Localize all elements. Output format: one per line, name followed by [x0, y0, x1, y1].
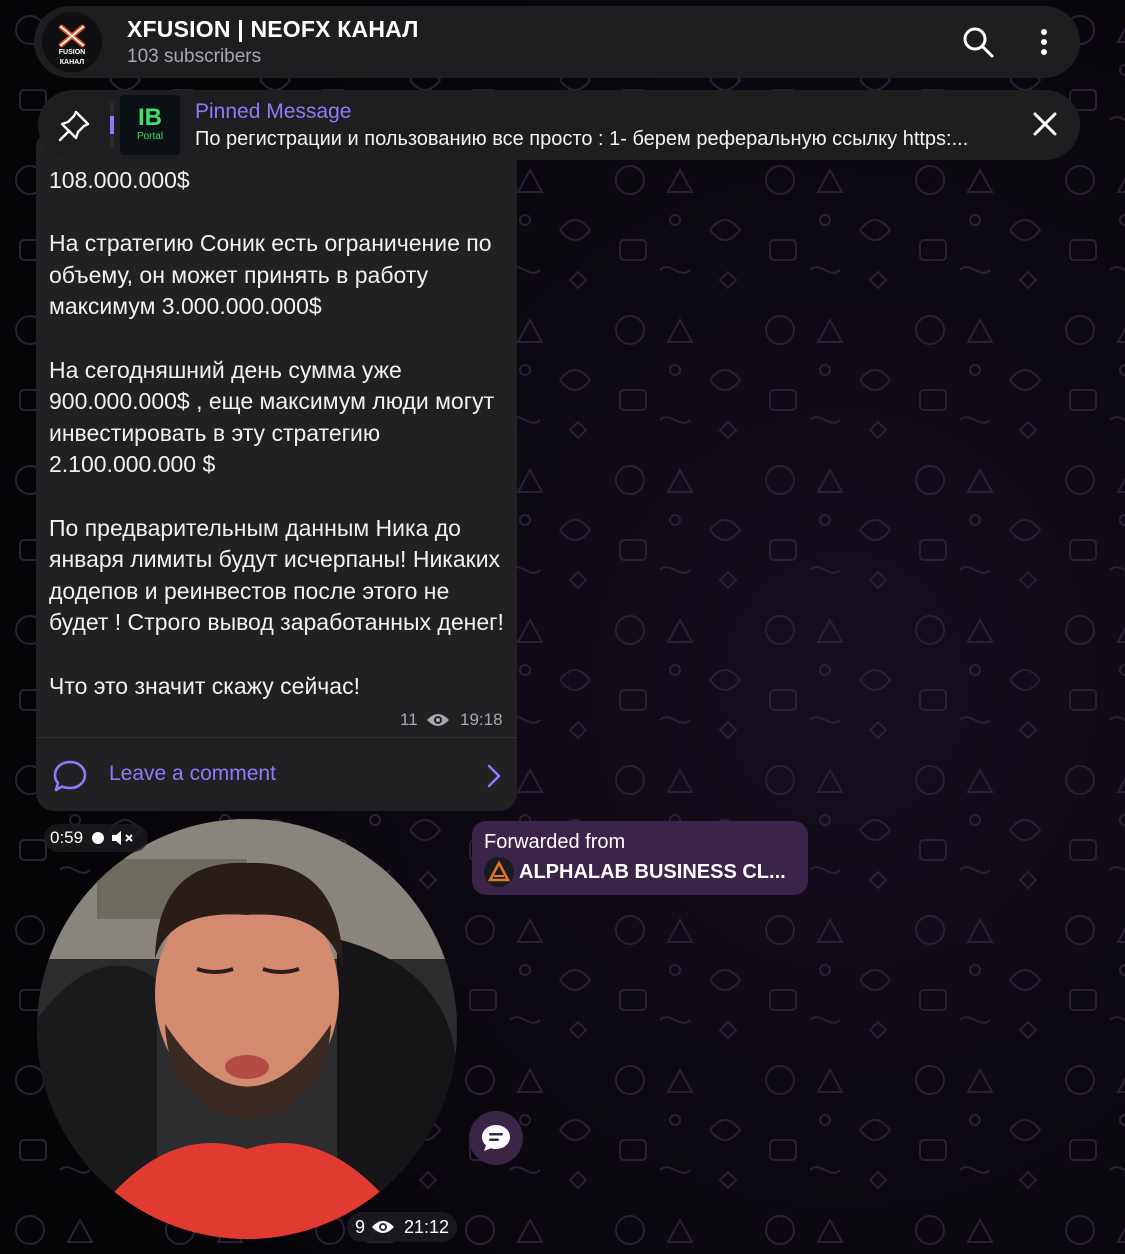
pinned-indicator: [110, 102, 114, 148]
svg-text:IB: IB: [138, 104, 162, 131]
recording-dot-icon: [92, 832, 104, 844]
video-duration: 0:59: [50, 828, 84, 847]
video-duration-badge: 0:59: [44, 824, 148, 852]
svg-text:КАНАЛ: КАНАЛ: [60, 59, 85, 66]
close-pinned-button[interactable]: [1028, 107, 1062, 141]
pinned-preview-text: По регистрации и пользованию все просто …: [195, 128, 969, 150]
more-menu-button[interactable]: [1026, 24, 1062, 60]
muted-speaker-icon[interactable]: [110, 828, 136, 848]
forward-source-name: ALPHALAB BUSINESS CL...: [519, 861, 786, 883]
comment-bubble-icon: [53, 760, 87, 792]
forwarded-label: Forwarded from: [484, 831, 626, 853]
pin-button[interactable]: [56, 108, 92, 144]
xfusion-logo: FUSION КАНАЛ: [42, 12, 102, 72]
message-time: 19:18: [460, 710, 503, 729]
video-frame: [37, 819, 457, 1239]
message-views: 11: [400, 710, 418, 729]
channel-header[interactable]: FUSION КАНАЛ XFUSION | NEOFX КАНАЛ 103 s…: [34, 6, 1080, 78]
svg-text:FUSION: FUSION: [59, 49, 85, 56]
leave-comment-button[interactable]: Leave a comment: [36, 738, 517, 811]
more-vertical-icon: [1041, 29, 1047, 55]
alphalab-logo: [484, 857, 514, 887]
forwarded-from-box[interactable]: Forwarded from ALPHALAB BUSINESS CL...: [472, 821, 808, 895]
search-button[interactable]: [960, 24, 996, 60]
search-icon: [963, 27, 994, 58]
video-views: 9: [355, 1217, 366, 1237]
pinned-thumbnail: IB Portal: [120, 95, 180, 155]
pin-icon: [58, 110, 90, 142]
video-meta: 9 21:12: [347, 1212, 457, 1242]
pinned-title: Pinned Message: [195, 100, 352, 123]
forward-source-avatar: [484, 857, 514, 887]
channel-title: XFUSION | NEOFX КАНАЛ: [127, 16, 419, 42]
ib-portal-logo: IB Portal: [120, 95, 180, 155]
comment-icon: [482, 1125, 510, 1151]
comments-button[interactable]: [469, 1111, 523, 1165]
video-time: 21:12: [404, 1217, 450, 1237]
message-text: 108.000.000$ На стратегию Соник есть огр…: [49, 167, 504, 699]
close-icon: [1033, 112, 1057, 136]
chevron-right-icon: [487, 764, 501, 788]
channel-avatar[interactable]: FUSION КАНАЛ: [42, 12, 102, 72]
round-video-message[interactable]: [37, 819, 457, 1239]
eye-icon: [372, 1221, 394, 1233]
subscriber-count: 103 subscribers: [127, 46, 262, 67]
pinned-message-bar[interactable]: IB Portal Pinned Message По регистрации …: [38, 90, 1080, 160]
svg-text:Portal: Portal: [137, 131, 163, 142]
eye-icon: [427, 714, 449, 726]
leave-comment-label: Leave a comment: [109, 762, 276, 785]
message-bubble[interactable]: 108.000.000$ На стратегию Соник есть огр…: [36, 130, 517, 811]
